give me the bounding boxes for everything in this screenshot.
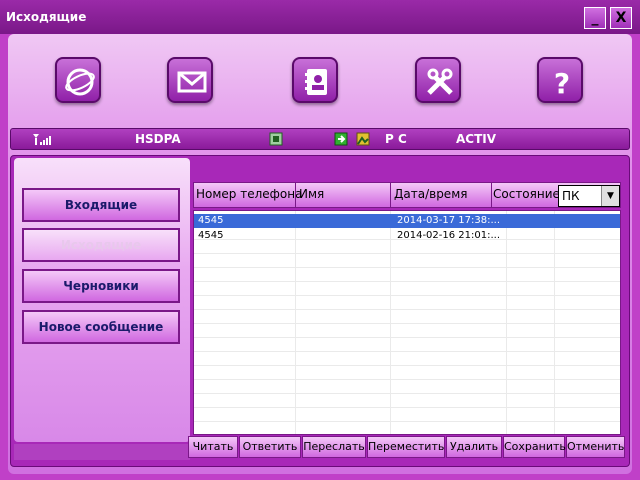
operator-name: ACTIV	[456, 132, 497, 146]
forward-button[interactable]: Переслать	[302, 436, 366, 458]
chevron-down-icon[interactable]: ▼	[601, 186, 619, 206]
message-icon	[334, 132, 348, 149]
row-divider	[194, 323, 620, 324]
row-divider	[194, 281, 620, 282]
row-divider	[194, 295, 620, 296]
minimize-button[interactable]: _	[584, 7, 606, 29]
row-divider	[194, 365, 620, 366]
column-divider	[554, 211, 555, 434]
sidebar-item-inbox[interactable]: Входящие	[22, 188, 180, 222]
title-bar: Исходящие _ X	[0, 0, 640, 34]
storage-select[interactable]: ПК ▼	[558, 185, 620, 207]
settings-icon[interactable]	[415, 57, 461, 103]
sidebar-item-new-message[interactable]: Новое сообщение	[22, 310, 180, 344]
move-button[interactable]: Переместить	[367, 436, 445, 458]
storage-select-value: ПК	[562, 189, 580, 203]
table-header: Номер телефона Имя Дата/время Состояние	[193, 182, 621, 208]
delete-button[interactable]: Удалить	[446, 436, 502, 458]
cell-phone: 4545	[198, 230, 224, 241]
picture-icon	[356, 132, 370, 149]
column-header-phone[interactable]: Номер телефона	[196, 187, 302, 201]
column-divider[interactable]	[295, 183, 296, 207]
column-header-datetime[interactable]: Дата/время	[394, 187, 467, 201]
row-divider	[194, 253, 620, 254]
sidebar-item-drafts[interactable]: Черновики	[22, 269, 180, 303]
sim-icon	[269, 132, 283, 149]
cell-datetime: 2014-03-17 17:38:...	[397, 215, 501, 226]
cancel-button[interactable]: Отменить	[566, 436, 625, 458]
table-row[interactable]: 4545 2014-02-16 21:01:...	[194, 229, 620, 243]
contacts-icon[interactable]	[292, 57, 338, 103]
row-divider	[194, 267, 620, 268]
table-row[interactable]: 4545 2014-03-17 17:38:...	[194, 214, 620, 228]
status-bar: HSDPA P C ACTIV	[10, 128, 630, 150]
row-divider	[194, 407, 620, 408]
sidebar-footer	[14, 444, 190, 460]
help-icon[interactable]: ?	[537, 57, 583, 103]
column-divider	[390, 211, 391, 434]
read-button[interactable]: Читать	[188, 436, 238, 458]
row-divider	[194, 337, 620, 338]
cell-datetime: 2014-02-16 21:01:...	[397, 230, 501, 241]
window-title: Исходящие	[6, 10, 87, 24]
sidebar-item-outbox[interactable]: Исходящие	[22, 228, 180, 262]
message-list[interactable]: 4545 2014-03-17 17:38:... 4545 2014-02-1…	[193, 210, 621, 435]
cell-phone: 4545	[198, 215, 224, 226]
column-divider	[295, 211, 296, 434]
signal-icon	[31, 132, 53, 149]
column-header-state[interactable]: Состояние	[493, 187, 560, 201]
help-icon-label: ?	[554, 67, 570, 99]
row-divider	[194, 309, 620, 310]
connection-type: P C	[385, 132, 407, 146]
action-bar: Читать Ответить Переслать Переместить Уд…	[188, 436, 626, 458]
reply-button[interactable]: Ответить	[239, 436, 301, 458]
close-button[interactable]: X	[610, 7, 632, 29]
row-divider	[194, 393, 620, 394]
row-divider	[194, 351, 620, 352]
column-header-name[interactable]: Имя	[299, 187, 324, 201]
network-type: HSDPA	[135, 132, 181, 146]
save-button[interactable]: Сохранить	[503, 436, 566, 458]
internet-icon[interactable]	[55, 57, 101, 103]
column-divider	[506, 211, 507, 434]
row-divider	[194, 421, 620, 422]
row-divider	[194, 379, 620, 380]
column-divider[interactable]	[390, 183, 391, 207]
column-divider[interactable]	[491, 183, 492, 207]
sms-icon[interactable]	[167, 57, 213, 103]
